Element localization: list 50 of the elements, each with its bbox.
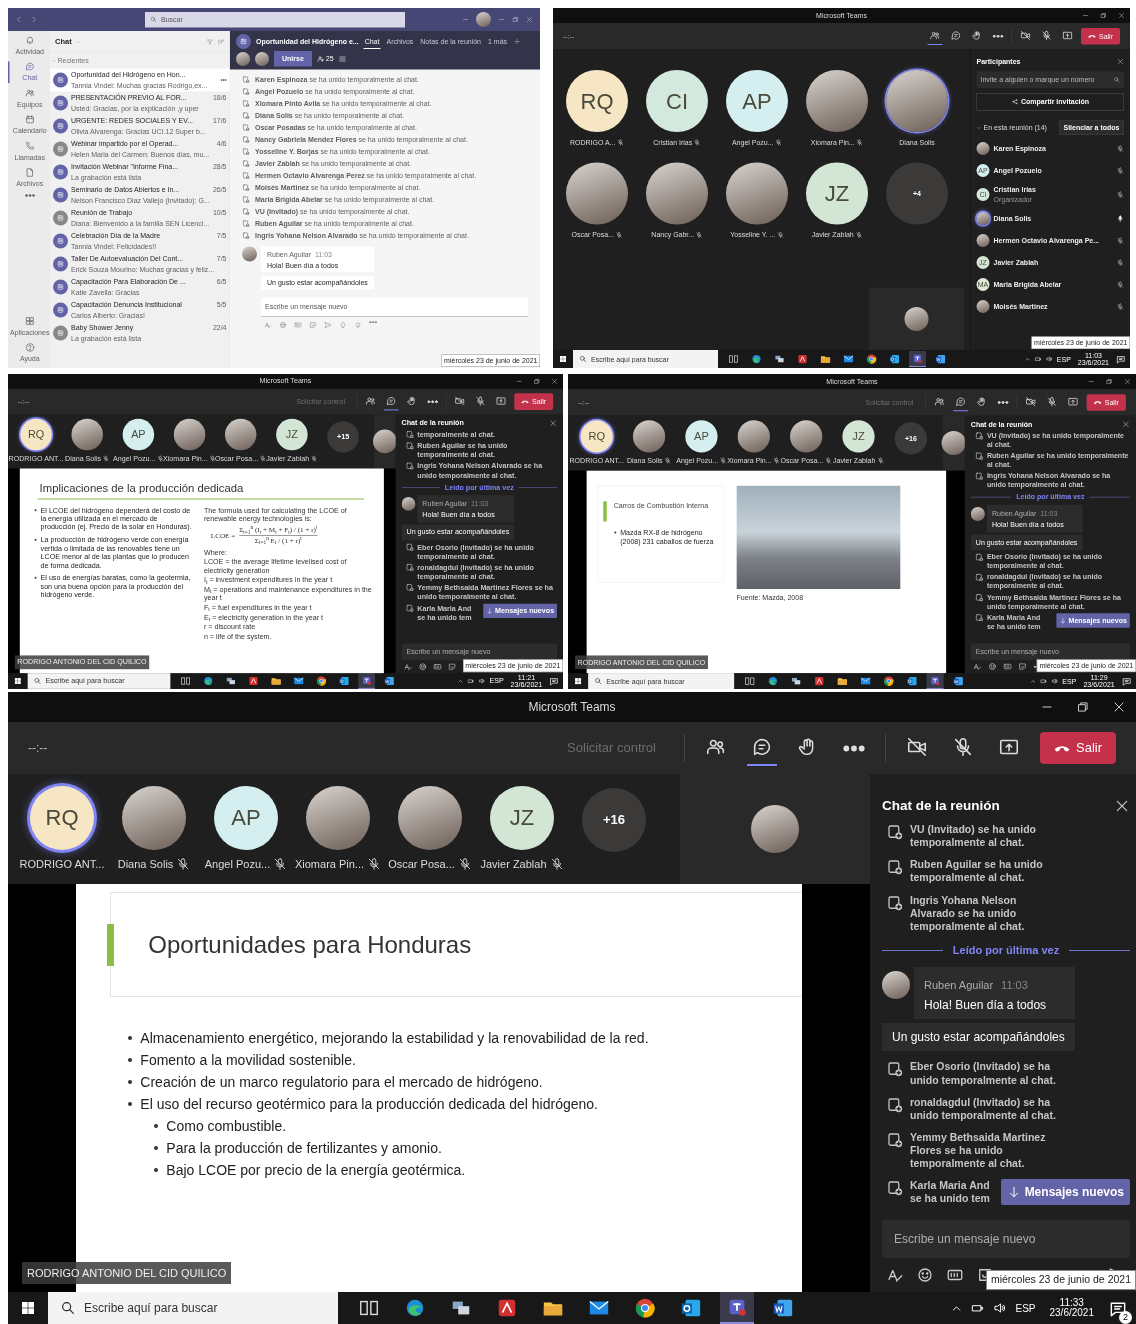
message-author: Ruben Aguilar bbox=[924, 979, 994, 992]
bullet-text: Almacenamiento energético, mejorando la estabilidad y la renovabilidad de la red. bbox=[140, 1030, 649, 1048]
bullet-text: El uso del recurso geotérmico para la producción dedicada del hidrógeno. bbox=[140, 1096, 598, 1114]
participant-name: Angel Pozu... bbox=[204, 856, 271, 872]
participant-name: Oscar Posa... bbox=[388, 856, 455, 872]
system-message: Yemmy Bethsaida Martinez Flores se ha unido temporalmente al chat. bbox=[910, 1130, 1047, 1171]
avatar: JZ bbox=[490, 785, 554, 850]
system-message: Ingris Yohana Nelson Alvarado se ha unido temporalmente al chat. bbox=[910, 893, 1026, 933]
slide-title: Implicaciones de la producción dedicada bbox=[39, 480, 244, 497]
avatar: JZ bbox=[842, 420, 875, 453]
message-time: 11:03 bbox=[1001, 979, 1028, 992]
system-message: VU (Invitado) se ha unido temporalmente al chat. bbox=[910, 823, 1037, 850]
clock-date: 23/6/2021 bbox=[1049, 1308, 1094, 1319]
participant-name: RODRIGO ANT... bbox=[19, 856, 105, 872]
avatar: RQ bbox=[30, 785, 94, 850]
avatar: AP bbox=[214, 785, 278, 850]
slide-title: Oportunidades para Honduras bbox=[148, 929, 472, 960]
date-tooltip: miércoles 23 de junio de 2021 bbox=[985, 1270, 1136, 1290]
bullet-text: Para la producción de fertilizantes y amonio. bbox=[166, 1140, 442, 1158]
avatar: CI bbox=[646, 70, 708, 132]
avatar: AP bbox=[685, 420, 718, 453]
bullet-text: Creación de un marco regulatorio para el mercado de hidrógeno. bbox=[140, 1074, 543, 1092]
avatar: RQ bbox=[580, 420, 613, 453]
participant-name: Diana Solis bbox=[117, 856, 174, 872]
bullet-text: Como combustible. bbox=[166, 1118, 287, 1136]
system-message: ronaldagdul (Invitado) se ha unido temporalmente al chat. bbox=[910, 1095, 1057, 1122]
clock-time: 11:33 bbox=[1059, 1297, 1084, 1308]
bullet-text: Fomento a la movilidad sostenible. bbox=[140, 1052, 356, 1070]
system-message: Ruben Aguilar se ha unido temporalmente al chat. bbox=[910, 858, 1044, 885]
message-text: Un gusto estar acompañándoles bbox=[892, 1029, 1065, 1047]
panel-title: Chat de la reunión bbox=[882, 796, 1000, 815]
system-message: Eber Osorio (Invitado) se ha unido temporalmente al chat. bbox=[910, 1060, 1057, 1087]
system-message: Karla Maria And se ha unido tem bbox=[910, 1179, 991, 1206]
leave-label: Salir bbox=[1076, 739, 1102, 758]
participant-name: Xiomara Pin... bbox=[294, 856, 365, 872]
avatar: AP bbox=[726, 70, 788, 132]
message-text: Hola! Buen día a todos bbox=[924, 997, 1048, 1015]
avatar: RQ bbox=[566, 70, 628, 132]
avatar: JZ bbox=[806, 162, 868, 225]
last-read-label: Leído por última vez bbox=[952, 942, 1060, 958]
avatar: RQ bbox=[20, 418, 52, 451]
call-timer: --:-- bbox=[28, 740, 48, 757]
bullet-text: Bajo LCOE por precio de la energía geotérmica. bbox=[166, 1162, 466, 1180]
participant-name: Javier Zablah bbox=[480, 856, 547, 872]
notification-count: 2 bbox=[1119, 1311, 1132, 1324]
presenter-name: RODRIGO ANTONIO DEL CID QUILICO bbox=[22, 1261, 232, 1284]
new-messages-label: Mensajes nuevos bbox=[1024, 1184, 1124, 1202]
avatar: AP bbox=[122, 418, 155, 451]
window-title: Microsoft Teams bbox=[528, 699, 616, 716]
avatar: JZ bbox=[276, 418, 308, 451]
